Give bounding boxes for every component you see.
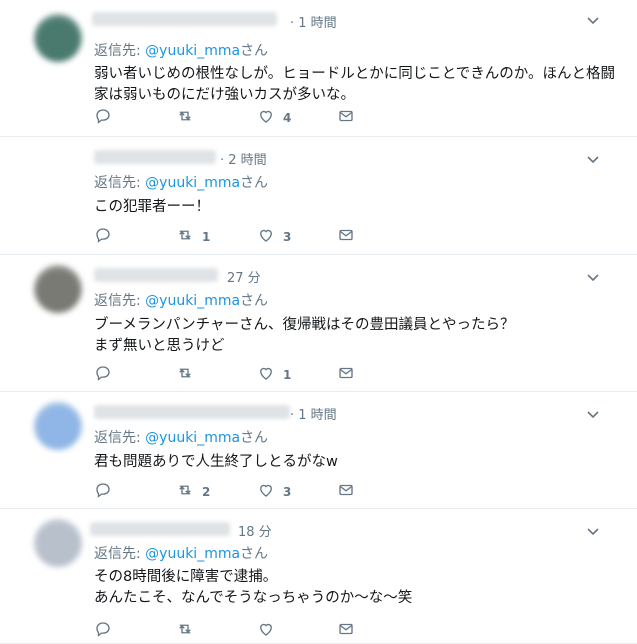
tweet-text: 弱い者いじめの根性なしが。ヒョードルとかに同じことできんのか。ほんと格闘 家は弱…: [94, 66, 615, 103]
reply-prefix: 返信先:: [94, 293, 146, 309]
reply-prefix: 返信先:: [94, 43, 146, 59]
tweet[interactable]: · 1 時間返信先: @yuuki_mmaさん君も問題ありで人生終了しとるがなw…: [0, 392, 637, 509]
author-name-redacted[interactable]: [90, 522, 230, 536]
envelope-icon: [337, 226, 355, 248]
chevron-down-icon[interactable]: [585, 523, 601, 539]
likes-count: 3: [283, 230, 292, 244]
reply-icon: [94, 226, 112, 248]
avatar[interactable]: [34, 402, 82, 450]
reply-icon: [94, 364, 112, 386]
envelope-icon: [337, 481, 355, 503]
reply-prefix: 返信先:: [94, 430, 146, 446]
reply-prefix: 返信先:: [94, 546, 146, 562]
reply-context: 返信先: @yuuki_mmaさん: [94, 290, 268, 310]
timestamp[interactable]: · 1 時間: [290, 404, 337, 423]
avatar[interactable]: [34, 519, 82, 567]
mention-link[interactable]: @yuuki_mma: [145, 430, 240, 446]
dm-button[interactable]: [337, 108, 355, 128]
reply-context: 返信先: @yuuki_mmaさん: [94, 543, 268, 563]
heart-icon: [257, 107, 275, 129]
reply-icon: [94, 107, 112, 129]
like-button[interactable]: 3: [257, 227, 291, 247]
likes-count: 3: [283, 485, 292, 499]
retweets-count: 1: [202, 230, 211, 244]
dm-button[interactable]: [337, 365, 355, 385]
like-button[interactable]: 4: [257, 108, 291, 128]
reply-prefix: 返信先:: [94, 175, 146, 191]
retweet-icon: [176, 226, 194, 248]
tweet-text: その8時間後に障害で逮捕。 あんたこそ、なんでそうなっちゃうのか〜な〜笑: [94, 569, 413, 606]
chevron-down-icon[interactable]: [585, 406, 601, 422]
dm-button[interactable]: [337, 621, 355, 641]
likes-count: 4: [283, 111, 292, 125]
timestamp[interactable]: 27 分: [227, 267, 261, 286]
avatar[interactable]: [34, 265, 82, 313]
author-name-redacted[interactable]: [94, 268, 218, 282]
retweet-icon: [176, 481, 194, 503]
retweets-count: 2: [202, 485, 211, 499]
envelope-icon: [337, 364, 355, 386]
tweet[interactable]: · 2 時間返信先: @yuuki_mmaさんこの犯罪者ーー！ 1 3: [0, 137, 637, 255]
heart-icon: [257, 481, 275, 503]
mention-link[interactable]: @yuuki_mma: [145, 175, 240, 191]
retweet-icon: [176, 620, 194, 642]
avatar[interactable]: [34, 14, 82, 62]
reply-suffix: さん: [240, 175, 269, 191]
mention-link[interactable]: @yuuki_mma: [145, 293, 240, 309]
retweet-button[interactable]: 1: [176, 227, 210, 247]
retweet-button[interactable]: [176, 108, 202, 128]
reply-context: 返信先: @yuuki_mmaさん: [94, 40, 268, 60]
tweet[interactable]: 18 分返信先: @yuuki_mmaさんその8時間後に障害で逮捕。 あんたこそ…: [0, 509, 637, 644]
dm-button[interactable]: [337, 227, 355, 247]
retweet-button[interactable]: [176, 365, 202, 385]
timestamp[interactable]: · 2 時間: [220, 149, 267, 168]
reply-button[interactable]: [94, 621, 120, 641]
tweet-text: 君も問題ありで人生終了しとるがなw: [94, 454, 338, 470]
like-button[interactable]: 3: [257, 482, 291, 502]
reply-suffix: さん: [240, 430, 269, 446]
reply-icon: [94, 481, 112, 503]
chevron-down-icon[interactable]: [585, 269, 601, 285]
retweet-icon: [176, 107, 194, 129]
reply-button[interactable]: [94, 108, 120, 128]
reply-icon: [94, 620, 112, 642]
retweet-button[interactable]: 2: [176, 482, 210, 502]
envelope-icon: [337, 107, 355, 129]
chevron-down-icon[interactable]: [585, 12, 601, 28]
tweet[interactable]: 27 分返信先: @yuuki_mmaさんブーメランパンチャーさん、復帰戦はその…: [0, 255, 637, 392]
tweet-text: この犯罪者ーー！: [94, 199, 210, 215]
timestamp[interactable]: 18 分: [238, 521, 272, 540]
reply-context: 返信先: @yuuki_mmaさん: [94, 427, 268, 447]
reply-button[interactable]: [94, 365, 120, 385]
reply-suffix: さん: [240, 43, 269, 59]
heart-icon: [257, 364, 275, 386]
retweet-icon: [176, 364, 194, 386]
chevron-down-icon[interactable]: [585, 151, 601, 167]
reply-context: 返信先: @yuuki_mmaさん: [94, 172, 268, 192]
heart-icon: [257, 226, 275, 248]
mention-link[interactable]: @yuuki_mma: [145, 546, 240, 562]
heart-icon: [257, 620, 275, 642]
author-name-redacted[interactable]: [94, 405, 290, 419]
author-name-redacted[interactable]: [92, 12, 277, 26]
mention-link[interactable]: @yuuki_mma: [145, 43, 240, 59]
timestamp[interactable]: · 1 時間: [290, 12, 337, 31]
reply-button[interactable]: [94, 227, 120, 247]
likes-count: 1: [283, 368, 292, 382]
dm-button[interactable]: [337, 482, 355, 502]
retweet-button[interactable]: [176, 621, 202, 641]
author-name-redacted[interactable]: [94, 150, 216, 164]
like-button[interactable]: 1: [257, 365, 291, 385]
tweet-text: ブーメランパンチャーさん、復帰戦はその豊田議員とやったら？ まず無いと思うけど: [94, 317, 515, 354]
like-button[interactable]: [257, 621, 283, 641]
envelope-icon: [337, 620, 355, 642]
tweet[interactable]: · 1 時間返信先: @yuuki_mmaさん弱い者いじめの根性なしが。ヒョード…: [0, 0, 637, 137]
reply-button[interactable]: [94, 482, 120, 502]
reply-suffix: さん: [240, 546, 269, 562]
reply-suffix: さん: [240, 293, 269, 309]
